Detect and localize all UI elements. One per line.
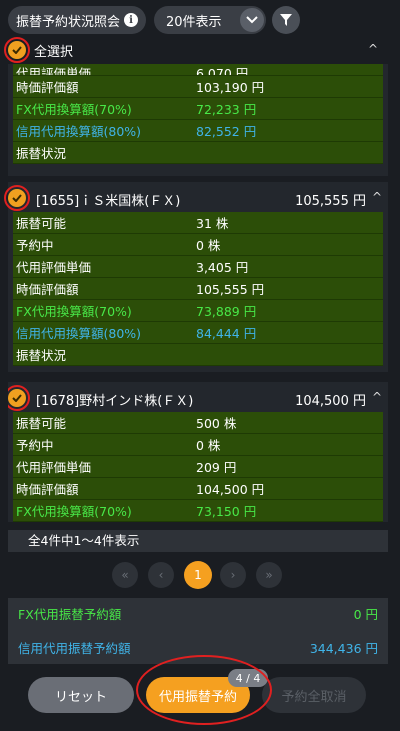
caret-up-icon[interactable]: ^ <box>368 42 378 56</box>
detail-row: 代用評価単価 209 円 <box>13 456 383 478</box>
holding-checkbox[interactable] <box>8 389 26 407</box>
holding-detail-rows: 代用評価単価 6,070 円 時価評価額 103,190 円 FX代用換算額(7… <box>13 64 383 164</box>
detail-row: 予約中 0 株 <box>13 434 383 456</box>
holding-card-header[interactable]: [1655]ｉＳ米国株(ＦＸ) 105,555 円 ^ <box>4 184 388 212</box>
row-value: 6,070 円 <box>196 66 249 76</box>
row-label: 振替状況 <box>16 146 67 161</box>
holding-card: [1655]ｉＳ米国株(ＦＸ) 105,555 円 ^ 振替可能 31 株 予約… <box>4 182 388 372</box>
row-label: 時価評価額 <box>16 282 79 297</box>
row-label: 時価評価額 <box>16 482 79 497</box>
select-all-checkbox[interactable] <box>8 41 26 59</box>
row-value: 73,150 円 <box>196 504 257 519</box>
detail-row: 振替可能 500 株 <box>13 412 383 434</box>
reset-button[interactable]: リセット <box>28 677 134 713</box>
holding-card-partial: 代用評価単価 6,070 円 時価評価額 103,190 円 FX代用換算額(7… <box>8 64 388 176</box>
row-label: FX代用換算額(70%) <box>16 504 132 519</box>
reservation-totals: FX代用振替予約額 0 円 信用代用振替予約額 344,436 円 <box>8 598 388 664</box>
inquiry-label: 振替予約状況照会 <box>16 14 121 30</box>
row-value: 84,444 円 <box>196 326 257 341</box>
holding-checkbox[interactable] <box>8 189 26 207</box>
first-page-button[interactable]: « <box>112 562 138 588</box>
holding-name: [1655]ｉＳ米国株(ＦＸ) <box>36 194 181 209</box>
detail-row: FX代用換算額(70%) 73,150 円 <box>13 500 383 522</box>
row-value: 0 株 <box>196 438 221 453</box>
row-value: 73,889 円 <box>196 304 257 319</box>
detail-row: 信用代用換算額(80%) 82,552 円 <box>13 120 383 142</box>
highlight-ellipse <box>136 655 272 725</box>
row-value: 31 株 <box>196 216 229 231</box>
filter-button[interactable] <box>272 6 300 34</box>
info-icon: i <box>124 13 138 27</box>
display-count-label: 20件表示 <box>166 14 222 30</box>
margin-total-label: 信用代用振替予約額 <box>18 640 131 656</box>
row-label: 時価評価額 <box>16 80 79 95</box>
fx-total-value: 0 円 <box>353 606 378 622</box>
holding-amount: 104,500 円 <box>295 394 366 409</box>
detail-row: 振替状況 <box>13 142 383 164</box>
detail-row: FX代用換算額(70%) 73,889 円 <box>13 300 383 322</box>
row-label: 代用評価単価 <box>16 460 92 475</box>
detail-row: 信用代用換算額(80%) 84,444 円 <box>13 322 383 344</box>
row-label: 予約中 <box>16 238 54 253</box>
holding-detail-rows: 振替可能 31 株 予約中 0 株 代用評価単価 3,405 円 時価評価額 1… <box>13 212 383 366</box>
row-label: 代用評価単価 <box>16 66 92 76</box>
holding-card: [1678]野村インド株(ＦＸ) 104,500 円 ^ 振替可能 500 株 … <box>8 382 388 522</box>
detail-row: 代用評価単価 3,405 円 <box>13 256 383 278</box>
row-label: 予約中 <box>16 438 54 453</box>
chevron-down-icon <box>240 8 264 32</box>
row-label: 代用評価単価 <box>16 260 92 275</box>
toolbar: 振替予約状況照会 i 20件表示 <box>0 0 400 36</box>
row-value: 103,190 円 <box>196 80 265 95</box>
row-value: 3,405 円 <box>196 260 249 275</box>
row-value: 82,552 円 <box>196 124 257 139</box>
row-value: 105,555 円 <box>196 282 265 297</box>
select-all-row: 全選択 ^ <box>0 36 400 64</box>
row-label: FX代用換算額(70%) <box>16 102 132 117</box>
row-label: 振替可能 <box>16 216 67 231</box>
holding-amount: 105,555 円 <box>295 194 366 209</box>
cancel-all-reservations-button[interactable]: 予約全取消 <box>262 677 366 713</box>
prev-page-button[interactable]: ‹ <box>148 562 174 588</box>
last-page-button[interactable]: » <box>256 562 282 588</box>
filter-icon <box>280 14 292 26</box>
row-value: 500 株 <box>196 416 237 431</box>
detail-row: 振替状況 <box>13 344 383 366</box>
row-label: FX代用換算額(70%) <box>16 304 132 319</box>
detail-row: 代用評価単価 6,070 円 <box>13 64 383 76</box>
caret-up-icon[interactable]: ^ <box>372 190 382 204</box>
detail-row: 振替可能 31 株 <box>13 212 383 234</box>
row-label: 信用代用換算額(80%) <box>16 326 142 341</box>
row-value: 0 株 <box>196 238 221 253</box>
result-count-text: 全4件中1〜4件表示 <box>8 530 388 552</box>
reservation-status-inquiry-button[interactable]: 振替予約状況照会 i <box>8 6 146 34</box>
row-label: 振替状況 <box>16 348 67 363</box>
detail-row: 時価評価額 104,500 円 <box>13 478 383 500</box>
page-1-button[interactable]: 1 <box>184 561 212 589</box>
detail-row: 時価評価額 105,555 円 <box>13 278 383 300</box>
holding-card-header[interactable]: [1678]野村インド株(ＦＸ) 104,500 円 ^ <box>8 384 388 412</box>
pagination: « ‹ 1 › » <box>0 561 400 590</box>
holding-detail-rows: 振替可能 500 株 予約中 0 株 代用評価単価 209 円 時価評価額 10… <box>13 412 383 522</box>
fx-total-label: FX代用振替予約額 <box>18 606 122 622</box>
margin-total-value: 344,436 円 <box>309 640 378 656</box>
row-label: 振替可能 <box>16 416 67 431</box>
detail-row: 予約中 0 株 <box>13 234 383 256</box>
fx-reservation-total: FX代用振替予約額 0 円 <box>18 602 378 624</box>
caret-up-icon[interactable]: ^ <box>372 390 382 404</box>
row-value: 72,233 円 <box>196 102 257 117</box>
row-value: 209 円 <box>196 460 237 475</box>
detail-row: FX代用換算額(70%) 72,233 円 <box>13 98 383 120</box>
row-value: 104,500 円 <box>196 482 265 497</box>
row-label: 信用代用換算額(80%) <box>16 124 142 139</box>
display-count-select[interactable]: 20件表示 <box>154 6 266 34</box>
detail-row: 時価評価額 103,190 円 <box>13 76 383 98</box>
holding-name: [1678]野村インド株(ＦＸ) <box>36 394 194 409</box>
next-page-button[interactable]: › <box>220 562 246 588</box>
select-all-label: 全選択 <box>34 45 74 60</box>
